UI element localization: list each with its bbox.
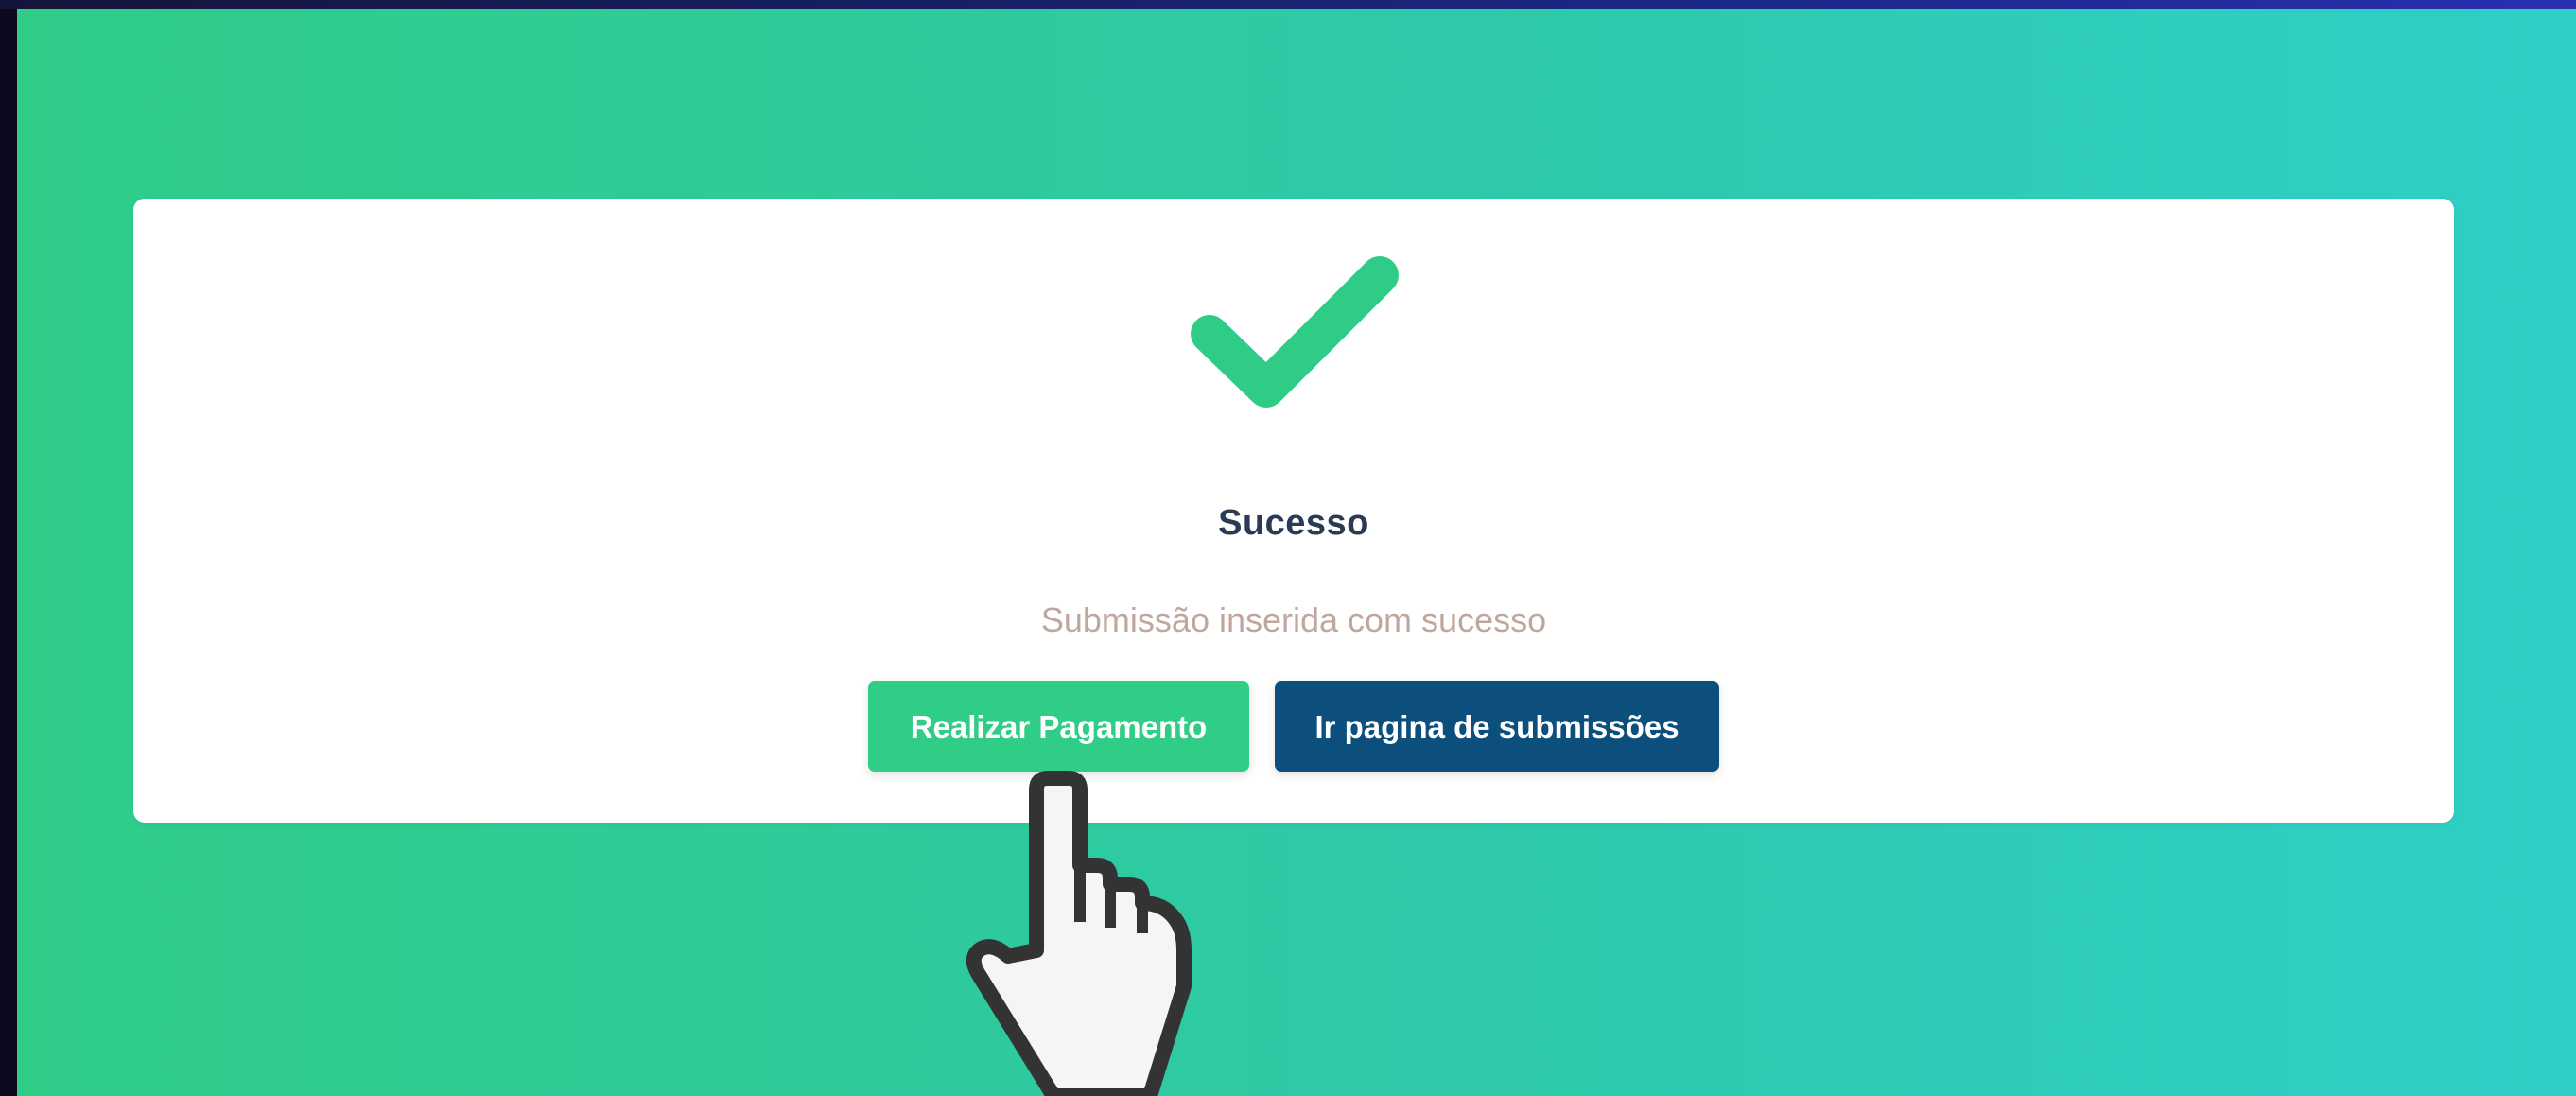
check-icon [1191,256,1399,408]
top-edge-strip [0,0,2576,9]
hand-pointer-icon [966,771,1192,1096]
realizar-pagamento-button[interactable]: Realizar Pagamento [868,681,1249,772]
ir-pagina-submissoes-button[interactable]: Ir pagina de submissões [1275,681,1719,772]
page-background: Sucesso Submissão inserida com sucesso R… [17,9,2576,1096]
dialog-title: Sucesso [1218,503,1369,543]
success-dialog: Sucesso Submissão inserida com sucesso R… [133,199,2454,823]
dialog-message: Submissão inserida com sucesso [1040,600,1547,639]
left-edge-strip [0,0,17,1096]
